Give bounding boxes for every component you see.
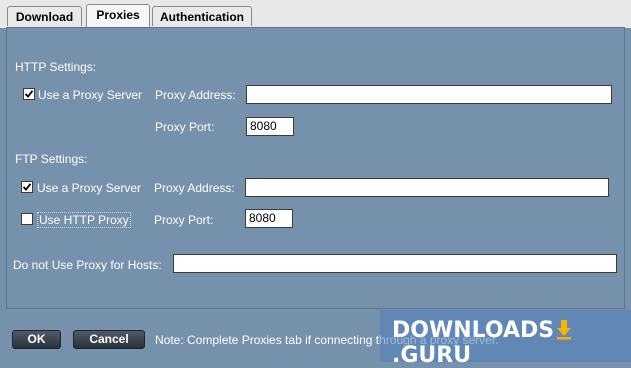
watermark-text-right: .GURU [392, 343, 472, 368]
ftp-use-http-proxy-label: Use HTTP Proxy [37, 212, 131, 228]
no-proxy-hosts-input[interactable] [173, 254, 617, 273]
ftp-proxy-address-input[interactable] [245, 178, 609, 197]
ftp-proxy-address-label: Proxy Address: [154, 181, 235, 195]
checkmark-icon [24, 90, 34, 98]
http-proxy-port-label: Proxy Port: [155, 120, 215, 134]
tab-download[interactable]: Download [7, 6, 82, 26]
ftp-use-proxy-label: Use a Proxy Server [37, 181, 142, 195]
http-use-proxy-label: Use a Proxy Server [38, 88, 143, 102]
ftp-use-proxy-checkbox[interactable] [21, 181, 33, 193]
ftp-use-http-proxy-checkbox[interactable] [21, 213, 33, 225]
http-proxy-address-label: Proxy Address: [155, 88, 236, 102]
cancel-button[interactable]: Cancel [73, 330, 145, 349]
watermark-text-left: DOWNLOADS [392, 318, 555, 343]
ftp-proxy-port-input[interactable]: 8080 [245, 209, 293, 228]
tab-strip: Download Proxies Authentication [0, 0, 631, 28]
http-settings-heading: HTTP Settings: [15, 60, 97, 74]
watermark-logo: DOWNLOADS.GURU [392, 318, 631, 368]
tab-proxies[interactable]: Proxies [86, 4, 150, 27]
no-proxy-hosts-label: Do not Use Proxy for Hosts: [13, 258, 162, 272]
ftp-proxy-port-label: Proxy Port: [154, 213, 214, 227]
ftp-settings-heading: FTP Settings: [15, 152, 88, 166]
download-arrow-icon [557, 320, 572, 340]
tab-authentication[interactable]: Authentication [152, 6, 252, 26]
checkmark-icon [22, 183, 32, 191]
http-use-proxy-checkbox[interactable] [23, 88, 35, 100]
http-proxy-address-input[interactable] [246, 85, 612, 104]
http-proxy-port-input[interactable]: 8080 [246, 117, 294, 136]
ok-button[interactable]: OK [12, 330, 61, 349]
